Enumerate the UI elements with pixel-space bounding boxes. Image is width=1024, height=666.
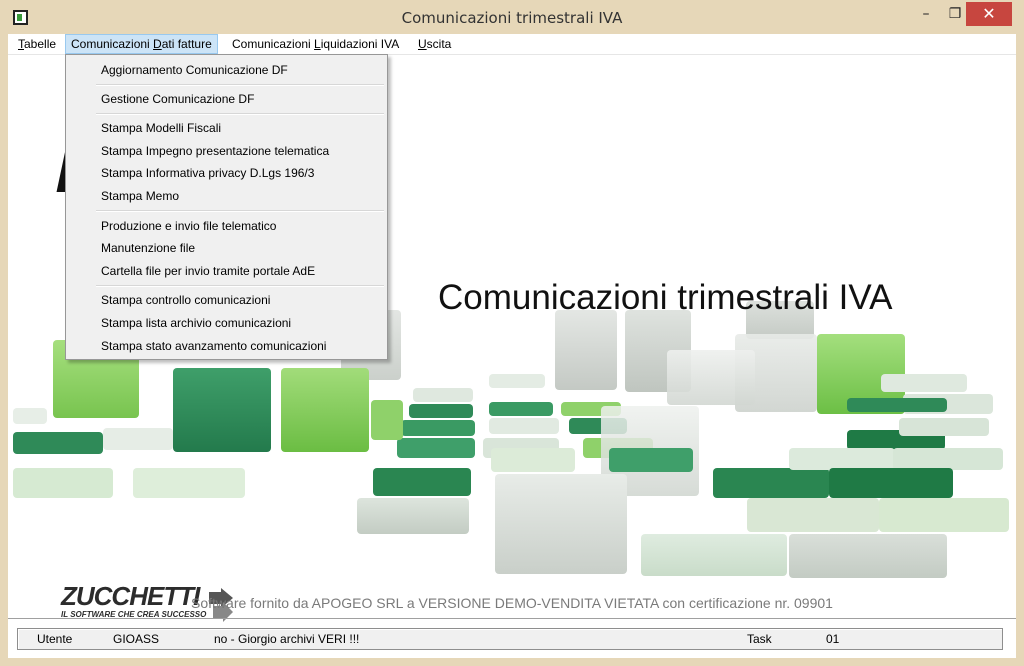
menu-item-stampa-modelli-fiscali[interactable]: Stampa Modelli Fiscali xyxy=(66,118,387,138)
client-area: Tabelle Comunicazioni Dati fatture Comun… xyxy=(8,34,1016,658)
status-task-value: 01 xyxy=(826,632,840,646)
menu-comunicazioni-liquidazioni-iva[interactable]: Comunicazioni Liquidazioni IVA xyxy=(227,34,404,54)
title-bar[interactable]: Comunicazioni trimestrali IVA – ❐ ✕ xyxy=(0,0,1024,34)
tile xyxy=(789,534,947,578)
tile xyxy=(489,418,559,434)
status-user-value: GIOASS xyxy=(113,632,160,646)
tile xyxy=(847,398,947,412)
tile xyxy=(829,468,953,498)
tile xyxy=(133,468,245,498)
tile xyxy=(893,448,1003,470)
menu-item-produzione-invio-file[interactable]: Produzione e invio file telematico xyxy=(66,216,387,236)
application-window: Comunicazioni trimestrali IVA – ❐ ✕ Tabe… xyxy=(0,0,1024,666)
menu-item-stampa-controllo[interactable]: Stampa controllo comunicazioni xyxy=(66,290,387,310)
divider xyxy=(8,618,1016,619)
gray-block xyxy=(495,474,627,574)
gray-block xyxy=(555,310,617,390)
menu-separator xyxy=(96,210,384,212)
tile xyxy=(373,468,471,496)
status-user-label: Utente xyxy=(37,632,73,646)
tile xyxy=(789,448,895,470)
tile xyxy=(881,374,967,392)
tile xyxy=(899,418,989,436)
green-block xyxy=(281,368,369,452)
tile xyxy=(491,448,575,472)
tile xyxy=(409,404,473,418)
status-archive: no - Giorgio archivi VERI !!! xyxy=(214,632,360,646)
tile xyxy=(13,408,47,424)
status-bar: Utente GIOASS no - Giorgio archivi VERI … xyxy=(17,628,1003,650)
menu-item-gestione-comunicazione-df[interactable]: Gestione Comunicazione DF xyxy=(66,89,387,109)
menu-separator xyxy=(96,84,384,86)
tile xyxy=(103,428,173,450)
tile xyxy=(357,498,469,534)
minimize-button[interactable]: – xyxy=(912,2,940,26)
dark-green-block xyxy=(173,368,271,452)
tile xyxy=(413,388,473,402)
tile xyxy=(401,420,475,436)
close-button[interactable]: ✕ xyxy=(966,2,1012,26)
menu-item-stampa-memo[interactable]: Stampa Memo xyxy=(66,186,387,206)
gray-block xyxy=(667,350,755,405)
menu-uscita[interactable]: Uscita xyxy=(413,34,456,54)
status-task-label: Task xyxy=(747,632,772,646)
menu-item-stampa-impegno[interactable]: Stampa Impegno presentazione telematica xyxy=(66,141,387,161)
menu-item-stampa-lista-archivio[interactable]: Stampa lista archivio comunicazioni xyxy=(66,313,387,333)
menu-separator xyxy=(96,113,384,115)
tile xyxy=(13,468,113,498)
dropdown-comunicazioni-dati-fatture: Aggiornamento Comunicazione DF Gestione … xyxy=(65,54,388,360)
menu-item-stampa-stato-avanzamento[interactable]: Stampa stato avanzamento comunicazioni xyxy=(66,336,387,356)
menu-item-stampa-informativa-privacy[interactable]: Stampa Informativa privacy D.Lgs 196/3 xyxy=(66,163,387,183)
license-notice: Software fornito da APOGEO SRL a VERSION… xyxy=(191,595,833,611)
menu-item-manutenzione-file[interactable]: Manutenzione file xyxy=(66,238,387,258)
tile xyxy=(641,534,787,576)
tile xyxy=(397,438,475,458)
tile xyxy=(879,498,1009,532)
menu-separator xyxy=(96,285,384,287)
tile xyxy=(609,448,693,472)
tile xyxy=(13,432,103,454)
menu-tabelle[interactable]: Tabelle xyxy=(13,34,61,54)
tile xyxy=(371,400,403,440)
window-title: Comunicazioni trimestrali IVA xyxy=(401,9,623,27)
menu-comunicazioni-dati-fatture[interactable]: Comunicazioni Dati fatture xyxy=(65,34,218,54)
menu-item-aggiornamento-comunicazione-df[interactable]: Aggiornamento Comunicazione DF xyxy=(66,60,387,80)
tile xyxy=(747,498,879,532)
tile xyxy=(489,374,545,388)
menu-bar: Tabelle Comunicazioni Dati fatture Comun… xyxy=(8,34,1016,55)
tile xyxy=(489,402,553,416)
splash-title: Comunicazioni trimestrali IVA xyxy=(438,278,893,317)
tile xyxy=(713,468,829,498)
menu-item-cartella-file-portale-ade[interactable]: Cartella file per invio tramite portale … xyxy=(66,261,387,281)
